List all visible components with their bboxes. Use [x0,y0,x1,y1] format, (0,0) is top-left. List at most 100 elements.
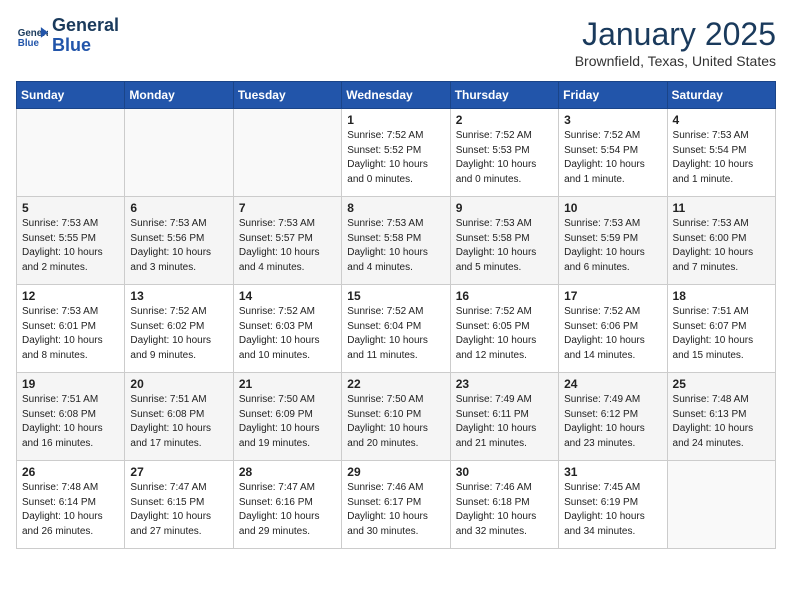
calendar-cell: 7Sunrise: 7:53 AM Sunset: 5:57 PM Daylig… [233,197,341,285]
day-info: Sunrise: 7:53 AM Sunset: 5:58 PM Dayligh… [456,217,553,275]
day-info: Sunrise: 7:48 AM Sunset: 6:13 PM Dayligh… [673,393,770,451]
calendar-cell: 31 Sunrise: 7:45 AM Sunset: 6:19 PM Dayli… [559,461,667,549]
calendar-cell: 10 Sunrise: 7:53 AM Sunset: 5:59 PM Dayli… [559,197,667,285]
calendar-cell: 14Sunrise: 7:52 AM Sunset: 6:03 PM Dayli… [233,285,341,373]
week-row-5: 26 Sunrise: 7:48 AM Sunset: 6:14 PM Dayli… [17,461,776,549]
calendar-cell: 27Sunrise: 7:47 AM Sunset: 6:15 PM Dayli… [125,461,233,549]
weekday-header-tuesday: Tuesday [233,82,341,109]
day-info: Sunrise: 7:50 AM Sunset: 6:09 PM Dayligh… [239,393,336,451]
calendar-cell: 24 Sunrise: 7:49 AM Sunset: 6:12 PM Dayli… [559,373,667,461]
title-block: January 2025 Brownfield, Texas, United S… [575,16,776,69]
calendar-cell: 5 Sunrise: 7:53 AM Sunset: 5:55 PM Daylig… [17,197,125,285]
day-number: 13 [130,289,227,303]
calendar-cell: 19 Sunrise: 7:51 AM Sunset: 6:08 PM Dayli… [17,373,125,461]
day-info: Sunrise: 7:49 AM Sunset: 6:11 PM Dayligh… [456,393,553,451]
logo: General Blue General Blue [16,16,119,56]
day-info: Sunrise: 7:53 AM Sunset: 5:55 PM Dayligh… [22,217,119,275]
calendar-cell: 26 Sunrise: 7:48 AM Sunset: 6:14 PM Dayli… [17,461,125,549]
calendar-cell: 20 Sunrise: 7:51 AM Sunset: 6:08 PM Dayli… [125,373,233,461]
calendar-cell: 30Sunrise: 7:46 AM Sunset: 6:18 PM Dayli… [450,461,558,549]
calendar-cell: 15 Sunrise: 7:52 AM Sunset: 6:04 PM Dayli… [342,285,450,373]
day-info: Sunrise: 7:53 AM Sunset: 5:58 PM Dayligh… [347,217,444,275]
calendar-cell: 18 Sunrise: 7:51 AM Sunset: 6:07 PM Dayli… [667,285,775,373]
day-number: 31 [564,465,661,479]
day-number: 28 [239,465,336,479]
weekday-header-row: SundayMondayTuesdayWednesdayThursdayFrid… [17,82,776,109]
day-info: Sunrise: 7:52 AM Sunset: 5:54 PM Dayligh… [564,129,661,187]
day-info: Sunrise: 7:51 AM Sunset: 6:07 PM Dayligh… [673,305,770,363]
logo-text-general: General [52,16,119,36]
calendar-cell [125,109,233,197]
day-number: 5 [22,201,119,215]
day-info: Sunrise: 7:45 AM Sunset: 6:19 PM Dayligh… [564,481,661,539]
calendar-cell: 21 Sunrise: 7:50 AM Sunset: 6:09 PM Dayli… [233,373,341,461]
calendar-cell: 23 Sunrise: 7:49 AM Sunset: 6:11 PM Dayli… [450,373,558,461]
calendar-cell: 13 Sunrise: 7:52 AM Sunset: 6:02 PM Dayli… [125,285,233,373]
calendar-cell: 28 Sunrise: 7:47 AM Sunset: 6:16 PM Dayli… [233,461,341,549]
day-info: Sunrise: 7:46 AM Sunset: 6:18 PM Dayligh… [456,481,553,539]
calendar-cell: 8 Sunrise: 7:53 AM Sunset: 5:58 PM Daylig… [342,197,450,285]
day-number: 19 [22,377,119,391]
day-number: 7 [239,201,336,215]
day-info: Sunrise: 7:46 AM Sunset: 6:17 PM Dayligh… [347,481,444,539]
day-number: 20 [130,377,227,391]
calendar-cell: 2 Sunrise: 7:52 AM Sunset: 5:53 PM Daylig… [450,109,558,197]
calendar-cell: 22Sunrise: 7:50 AM Sunset: 6:10 PM Dayli… [342,373,450,461]
day-info: Sunrise: 7:52 AM Sunset: 6:04 PM Dayligh… [347,305,444,363]
calendar-cell: 11 Sunrise: 7:53 AM Sunset: 6:00 PM Dayli… [667,197,775,285]
logo-text-blue: Blue [52,36,119,56]
logo-icon: General Blue [16,20,48,52]
calendar-cell [667,461,775,549]
day-number: 4 [673,113,770,127]
day-info: Sunrise: 7:52 AM Sunset: 5:53 PM Dayligh… [456,129,553,187]
day-info: Sunrise: 7:52 AM Sunset: 6:06 PM Dayligh… [564,305,661,363]
day-info: Sunrise: 7:53 AM Sunset: 6:00 PM Dayligh… [673,217,770,275]
weekday-header-sunday: Sunday [17,82,125,109]
day-number: 26 [22,465,119,479]
calendar-cell: 4 Sunrise: 7:53 AM Sunset: 5:54 PM Daylig… [667,109,775,197]
day-number: 24 [564,377,661,391]
weekday-header-monday: Monday [125,82,233,109]
day-info: Sunrise: 7:47 AM Sunset: 6:16 PM Dayligh… [239,481,336,539]
day-number: 15 [347,289,444,303]
day-number: 3 [564,113,661,127]
day-number: 1 [347,113,444,127]
day-number: 12 [22,289,119,303]
calendar-cell [233,109,341,197]
svg-text:Blue: Blue [18,38,40,49]
day-info: Sunrise: 7:51 AM Sunset: 6:08 PM Dayligh… [130,393,227,451]
day-number: 18 [673,289,770,303]
calendar-table: SundayMondayTuesdayWednesdayThursdayFrid… [16,81,776,549]
calendar-cell: 16Sunrise: 7:52 AM Sunset: 6:05 PM Dayli… [450,285,558,373]
calendar-cell [17,109,125,197]
day-info: Sunrise: 7:51 AM Sunset: 6:08 PM Dayligh… [22,393,119,451]
month-title: January 2025 [575,16,776,53]
calendar-cell: 6Sunrise: 7:53 AM Sunset: 5:56 PM Daylig… [125,197,233,285]
day-info: Sunrise: 7:49 AM Sunset: 6:12 PM Dayligh… [564,393,661,451]
day-number: 23 [456,377,553,391]
calendar-cell: 3 Sunrise: 7:52 AM Sunset: 5:54 PM Daylig… [559,109,667,197]
day-info: Sunrise: 7:52 AM Sunset: 6:02 PM Dayligh… [130,305,227,363]
day-number: 11 [673,201,770,215]
day-number: 8 [347,201,444,215]
calendar-cell: 1 Sunrise: 7:52 AM Sunset: 5:52 PM Daylig… [342,109,450,197]
location: Brownfield, Texas, United States [575,53,776,69]
day-info: Sunrise: 7:52 AM Sunset: 5:52 PM Dayligh… [347,129,444,187]
day-number: 2 [456,113,553,127]
week-row-2: 5 Sunrise: 7:53 AM Sunset: 5:55 PM Daylig… [17,197,776,285]
week-row-4: 19 Sunrise: 7:51 AM Sunset: 6:08 PM Dayli… [17,373,776,461]
day-info: Sunrise: 7:53 AM Sunset: 5:54 PM Dayligh… [673,129,770,187]
week-row-3: 12Sunrise: 7:53 AM Sunset: 6:01 PM Dayli… [17,285,776,373]
day-number: 25 [673,377,770,391]
calendar-cell: 12Sunrise: 7:53 AM Sunset: 6:01 PM Dayli… [17,285,125,373]
day-info: Sunrise: 7:48 AM Sunset: 6:14 PM Dayligh… [22,481,119,539]
day-info: Sunrise: 7:53 AM Sunset: 5:59 PM Dayligh… [564,217,661,275]
weekday-header-wednesday: Wednesday [342,82,450,109]
day-number: 9 [456,201,553,215]
day-number: 10 [564,201,661,215]
day-info: Sunrise: 7:52 AM Sunset: 6:03 PM Dayligh… [239,305,336,363]
weekday-header-friday: Friday [559,82,667,109]
calendar-cell: 9 Sunrise: 7:53 AM Sunset: 5:58 PM Daylig… [450,197,558,285]
page-header: General Blue General Blue January 2025 B… [16,16,776,69]
day-number: 21 [239,377,336,391]
